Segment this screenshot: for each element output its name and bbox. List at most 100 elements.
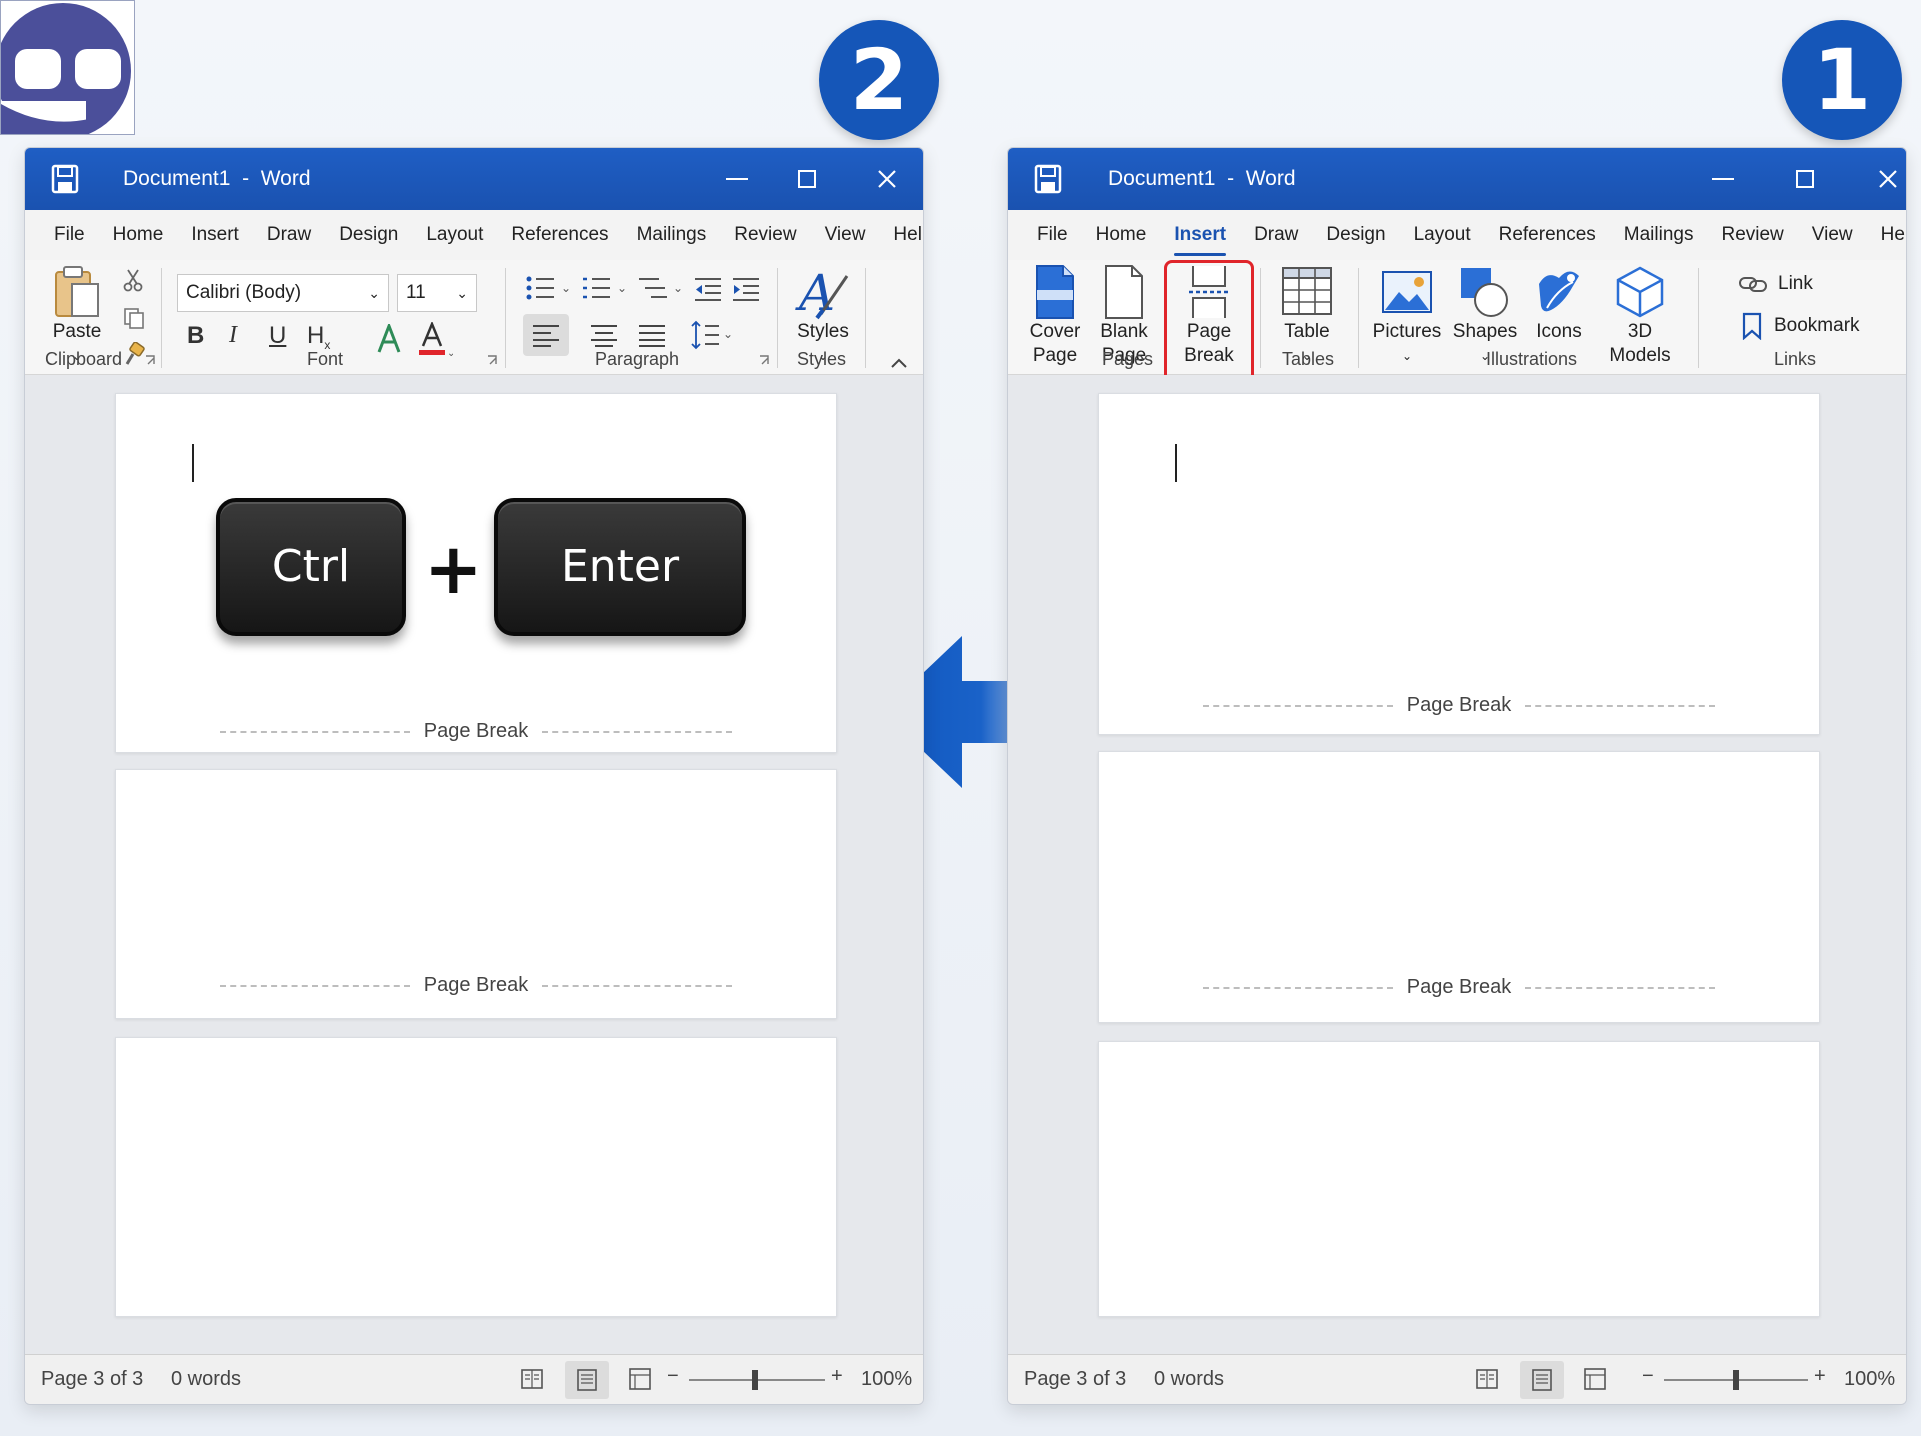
web-layout-icon[interactable] [1584,1368,1606,1390]
page-break-marker: Page Break [1099,694,1819,717]
title-bar: Document1 - Word [1008,148,1906,210]
print-layout-button[interactable] [565,1361,609,1399]
strikethrough-button[interactable]: Hx [307,322,330,352]
font-dialog-launcher-icon[interactable] [487,355,499,367]
menu-review[interactable]: Review [1721,220,1783,250]
increase-indent-icon[interactable] [731,274,761,302]
bookmark-button[interactable]: Bookmark [1742,312,1860,340]
zoom-level[interactable]: 100% [861,1368,912,1391]
format-painter-icon[interactable] [121,342,145,366]
minimize-icon[interactable] [717,160,757,198]
close-icon[interactable] [1868,160,1906,198]
collapse-ribbon-icon[interactable] [891,358,907,368]
save-icon[interactable] [1034,164,1062,194]
menu-insert[interactable]: Insert [191,220,239,250]
read-mode-icon[interactable] [1476,1368,1498,1390]
window-title: Document1 - Word [123,167,311,190]
menu-mailings[interactable]: Mailings [637,220,707,250]
menu-draw[interactable]: Draw [267,220,311,250]
bold-button[interactable]: B [187,322,204,350]
zoom-out-button[interactable]: − [667,1365,679,1388]
dialog-launcher-icon[interactable] [145,355,157,367]
line-spacing-icon[interactable]: ⌄ [691,320,735,350]
page-break-button[interactable]: Page Break [1170,264,1248,368]
read-mode-icon[interactable] [521,1368,543,1390]
menu-bar: File Home Insert Draw Design Layout Refe… [25,210,923,260]
svg-text:⌄: ⌄ [723,327,733,341]
close-icon[interactable] [867,160,907,198]
font-name-select[interactable]: Calibri (Body) ⌄ [177,274,389,312]
illustrations-group-label: Illustrations [1486,349,1578,369]
zoom-slider-thumb[interactable] [752,1370,758,1390]
zoom-level[interactable]: 100% [1844,1368,1895,1391]
align-center-icon[interactable] [591,323,617,347]
menu-references[interactable]: References [511,220,608,250]
zoom-slider-thumb[interactable] [1733,1370,1739,1390]
icons-button[interactable]: Icons [1528,264,1590,344]
page-3[interactable] [115,1037,837,1317]
menu-home[interactable]: Home [113,220,164,250]
menu-design[interactable]: Design [339,220,398,250]
zoom-out-button[interactable]: − [1642,1365,1654,1388]
menu-insert[interactable]: Insert [1174,220,1226,256]
link-icon [1739,277,1767,292]
cover-page-icon [1036,265,1074,319]
font-size-select[interactable]: 11 ⌄ [397,274,477,312]
menu-layout[interactable]: Layout [1414,220,1471,250]
menu-help[interactable]: Help [893,220,923,250]
page-1[interactable]: Page Break [1098,393,1820,735]
zoom-in-button[interactable]: + [1814,1365,1826,1388]
underline-button[interactable]: U [269,322,286,350]
copy-icon[interactable] [122,306,146,330]
justify-icon[interactable] [639,323,665,347]
page-2[interactable]: Page Break [1098,751,1820,1023]
minimize-icon[interactable] [1703,160,1743,198]
paste-icon [55,266,99,317]
home-ribbon: Paste ⌄ Clipboard Calibri (Body) ⌄ 11 ⌄ B … [25,260,923,375]
menu-file[interactable]: File [1037,220,1068,250]
font-color-icon[interactable]: ⌄ [417,322,453,358]
menu-view[interactable]: View [825,220,866,250]
text-cursor [1175,444,1177,482]
link-button[interactable]: Link [1738,272,1813,296]
bullets-icon[interactable]: ⌄ [525,274,573,302]
menu-home[interactable]: Home [1096,220,1147,250]
tables-group-label: Tables [1282,349,1335,369]
menu-review[interactable]: Review [734,220,796,250]
word-count: 0 words [1154,1368,1225,1390]
menu-mailings[interactable]: Mailings [1624,220,1694,250]
italic-button[interactable]: I [229,322,237,349]
cube-icon [1616,266,1664,318]
web-layout-icon[interactable] [629,1368,651,1390]
page-2[interactable]: Page Break [115,769,837,1019]
styles-group-label: Styles [797,349,847,369]
menu-file[interactable]: File [54,220,85,250]
numbering-icon[interactable]: ⌄ [581,274,629,302]
paragraph-dialog-launcher-icon[interactable] [759,355,771,367]
cut-icon[interactable] [123,268,143,292]
multilevel-list-icon[interactable]: ⌄ [637,274,685,302]
text-cursor [192,444,194,482]
page-3[interactable] [1098,1041,1820,1317]
pictures-button[interactable]: Pictures ⌄ [1370,264,1444,368]
title-bar: Document1 - Word [25,148,923,210]
menu-help[interactable]: Help [1881,220,1906,250]
status-bar: Page 3 of 3 0 words − + 100% [1008,1354,1906,1404]
maximize-icon[interactable] [1785,160,1825,198]
save-icon[interactable] [51,164,79,194]
cover-page-button[interactable]: Cover Page [1022,264,1088,368]
3d-models-button[interactable]: 3D Models [1600,264,1680,368]
text-effects-icon[interactable] [375,324,403,356]
menu-design[interactable]: Design [1326,220,1385,250]
maximize-icon[interactable] [787,160,827,198]
decrease-indent-icon[interactable] [693,274,723,302]
menu-draw[interactable]: Draw [1254,220,1298,250]
menu-view[interactable]: View [1812,220,1853,250]
page-1[interactable]: Ctrl + Enter Page Break [115,393,837,753]
zoom-in-button[interactable]: + [831,1365,843,1388]
menu-references[interactable]: References [1499,220,1596,250]
print-layout-button[interactable] [1520,1361,1564,1399]
menu-layout[interactable]: Layout [426,220,483,250]
svg-text:A: A [795,264,835,320]
align-left-button[interactable] [523,314,569,356]
